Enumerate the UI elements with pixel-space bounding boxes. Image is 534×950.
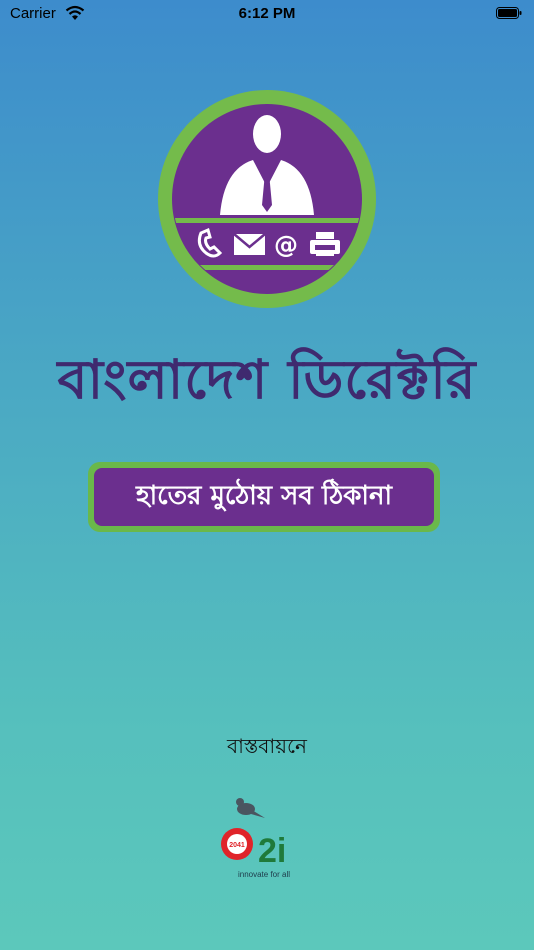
app-logo: @ bbox=[158, 90, 376, 308]
bird-icon bbox=[236, 798, 265, 818]
svg-text:2041: 2041 bbox=[229, 842, 245, 849]
svg-text:2i: 2i bbox=[258, 832, 286, 870]
status-bar: Carrier 6:12 PM bbox=[0, 0, 534, 30]
at-icon: @ bbox=[274, 231, 298, 259]
mail-icon bbox=[233, 233, 266, 255]
svg-text:innovate for all: innovate for all bbox=[238, 870, 290, 879]
implemented-by-label: বাস্তবায়নে bbox=[226, 734, 307, 758]
tagline-text: হাতের মুঠোয় সব ঠিকানা bbox=[94, 468, 434, 526]
tagline-banner: হাতের মুঠোয় সব ঠিকানা bbox=[88, 462, 440, 532]
a2i-logo: 2041 2i innovate for all bbox=[221, 798, 290, 879]
clock: 6:12 PM bbox=[238, 5, 296, 22]
battery-icon bbox=[496, 7, 522, 19]
app-title: বাংলাদেশ ডিরেক্টরি bbox=[57, 347, 477, 411]
